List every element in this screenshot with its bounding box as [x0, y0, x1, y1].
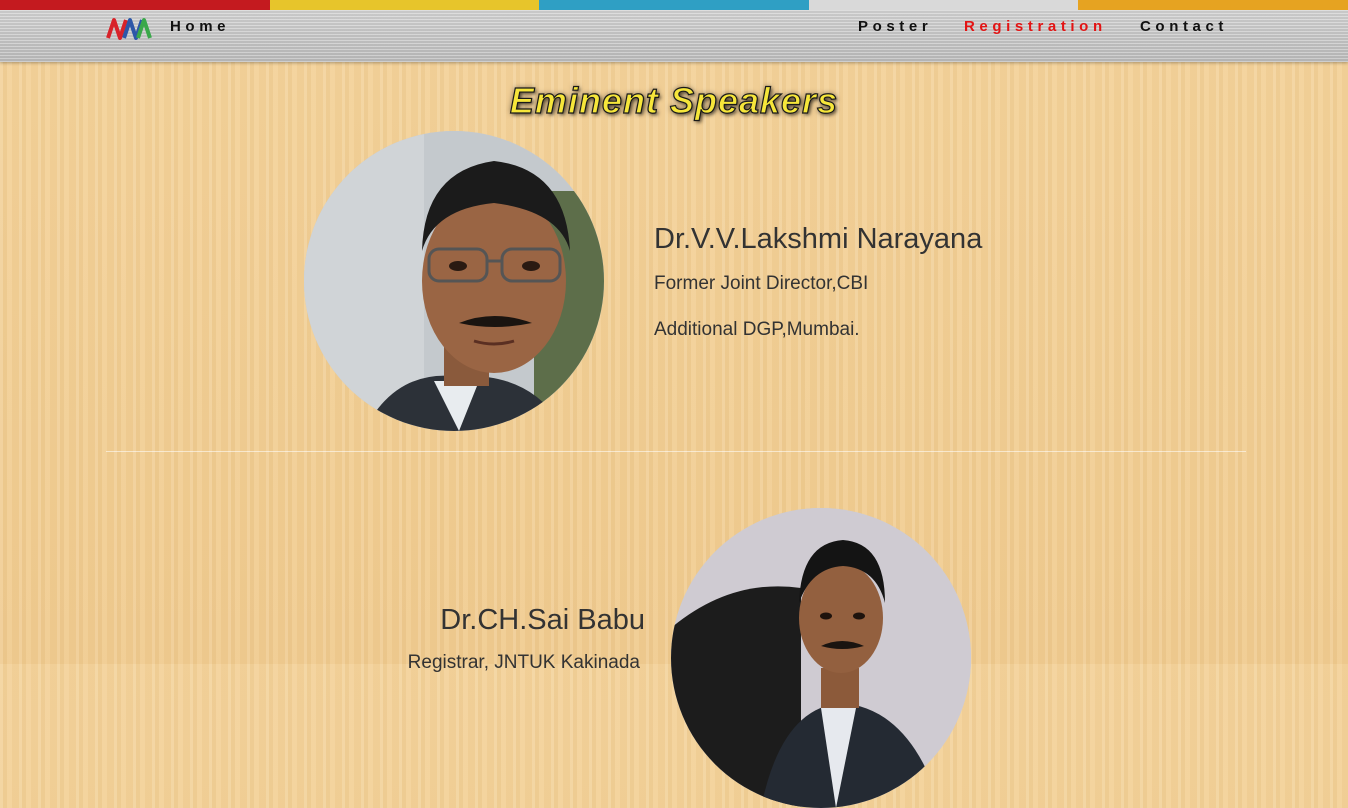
color-strip [0, 0, 1348, 10]
speaker-photo [304, 131, 604, 431]
speaker-detail: Former Joint Director,CBI [654, 273, 869, 294]
nav-home-link[interactable]: Home [170, 18, 230, 35]
speaker-detail: Registrar, JNTUK Kakinada [407, 652, 640, 673]
section-title: Eminent Speakers [509, 79, 839, 121]
speaker-name: Dr.V.V.Lakshmi Narayana [654, 223, 983, 255]
site-logo[interactable] [106, 16, 154, 48]
speaker-detail: Additional DGP,Mumbai. [654, 319, 860, 340]
nav-contact-link[interactable]: Contact [1140, 18, 1228, 35]
speaker-name: Dr.CH.Sai Babu [440, 604, 645, 636]
speaker-photo [671, 508, 971, 808]
nav-registration-link[interactable]: Registration [964, 18, 1107, 35]
section-divider [106, 451, 1246, 452]
site-header: Home Poster Registration Contact [0, 0, 1348, 62]
nav-poster-link[interactable]: Poster [858, 18, 932, 35]
